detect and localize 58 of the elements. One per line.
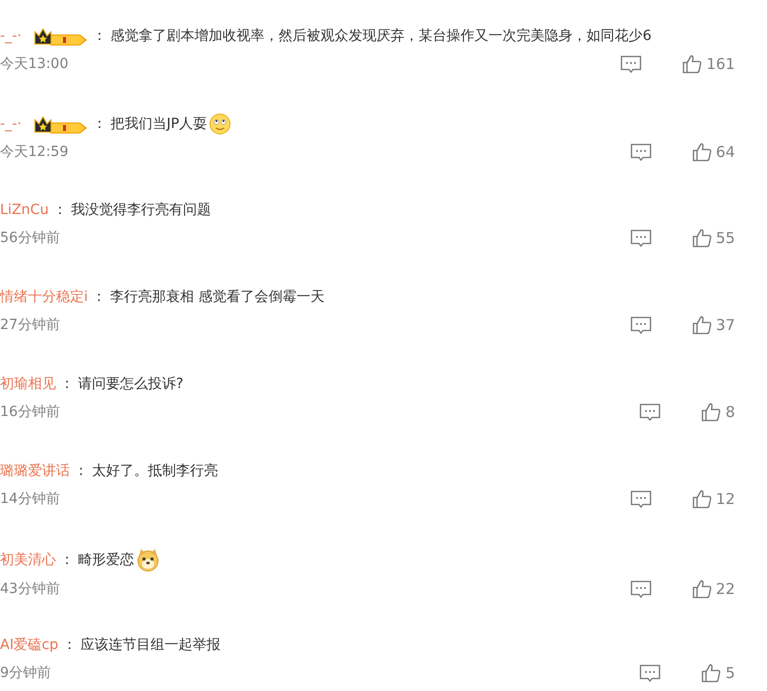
- separator-colon: ：: [92, 27, 107, 46]
- user-name[interactable]: -_-·: [0, 26, 22, 47]
- like-count: 161: [706, 54, 735, 75]
- comment-time: 27分钟前: [0, 316, 60, 335]
- comment-time: 9分钟前: [0, 664, 51, 683]
- user-name[interactable]: LiZnCu: [0, 200, 49, 221]
- comment-text: 把我们当JP人耍: [110, 114, 208, 134]
- like-count: 22: [716, 579, 735, 600]
- separator-colon: ：: [92, 288, 106, 307]
- like-count: 5: [725, 663, 735, 684]
- separator-colon: ：: [62, 636, 76, 655]
- comment-icon[interactable]: [630, 580, 652, 598]
- comment-time: 43分钟前: [0, 580, 60, 599]
- comment-icon[interactable]: [630, 316, 652, 334]
- comment-time: 今天13:00: [0, 54, 68, 74]
- comment-time: 16分钟前: [0, 402, 60, 422]
- like-count: 64: [716, 142, 735, 163]
- comment-time: 56分钟前: [0, 228, 60, 248]
- comment-text: 应该连节目组一起举报: [80, 636, 220, 655]
- dog-emoji-icon: [136, 548, 160, 572]
- separator-colon: ：: [92, 114, 107, 134]
- comment-icon[interactable]: [639, 664, 662, 682]
- comment-icon[interactable]: [630, 143, 652, 162]
- thumbs-up-icon[interactable]: [692, 315, 712, 336]
- user-name[interactable]: 初瑜相见: [0, 374, 56, 395]
- comment-icon[interactable]: [620, 55, 642, 74]
- thumbs-up-icon[interactable]: [692, 142, 712, 162]
- like-count: 8: [725, 402, 735, 423]
- user-name[interactable]: 璐璐爱讲话: [0, 461, 70, 482]
- thumbs-up-icon[interactable]: [701, 402, 722, 422]
- smiley-emoji-icon: [209, 113, 232, 135]
- comment-text: 我没觉得李行亮有问题: [70, 201, 211, 220]
- comment-text: 请问要怎么投诉?: [78, 375, 184, 394]
- user-name[interactable]: 情绪十分稳定i: [0, 287, 88, 308]
- thumbs-up-icon[interactable]: [692, 228, 712, 248]
- separator-colon: ：: [74, 462, 88, 481]
- like-count: 12: [716, 489, 735, 510]
- comment-text: 畸形爱恋: [78, 550, 134, 570]
- thumbs-up-icon[interactable]: [682, 54, 702, 74]
- user-name[interactable]: 初美清心: [0, 550, 56, 570]
- comment-text: 李行亮那衰相 感觉看了会倒霉一天: [110, 288, 324, 307]
- user-name[interactable]: -_-·: [0, 114, 22, 134]
- separator-colon: ：: [60, 375, 74, 394]
- like-count: 55: [716, 228, 735, 249]
- comment-text: 感觉拿了剧本增加收视率，然后被观众发现厌弃，某台操作又一次完美隐身，如同花少6: [110, 27, 652, 46]
- comment-icon[interactable]: [639, 403, 662, 422]
- separator-colon: ：: [52, 201, 67, 220]
- comment-time: 今天12:59: [0, 142, 68, 162]
- comment-icon[interactable]: [630, 229, 652, 248]
- thumbs-up-icon[interactable]: [701, 663, 722, 684]
- thumbs-up-icon[interactable]: [692, 579, 712, 600]
- comment-time: 14分钟前: [0, 490, 60, 509]
- user-name[interactable]: AI爱磕cp: [0, 635, 58, 656]
- thumbs-up-icon[interactable]: [692, 489, 712, 510]
- comment-text: 太好了。抵制李行亮: [92, 462, 218, 481]
- separator-colon: ：: [60, 550, 74, 570]
- like-count: 37: [716, 315, 735, 336]
- comment-icon[interactable]: [630, 490, 652, 508]
